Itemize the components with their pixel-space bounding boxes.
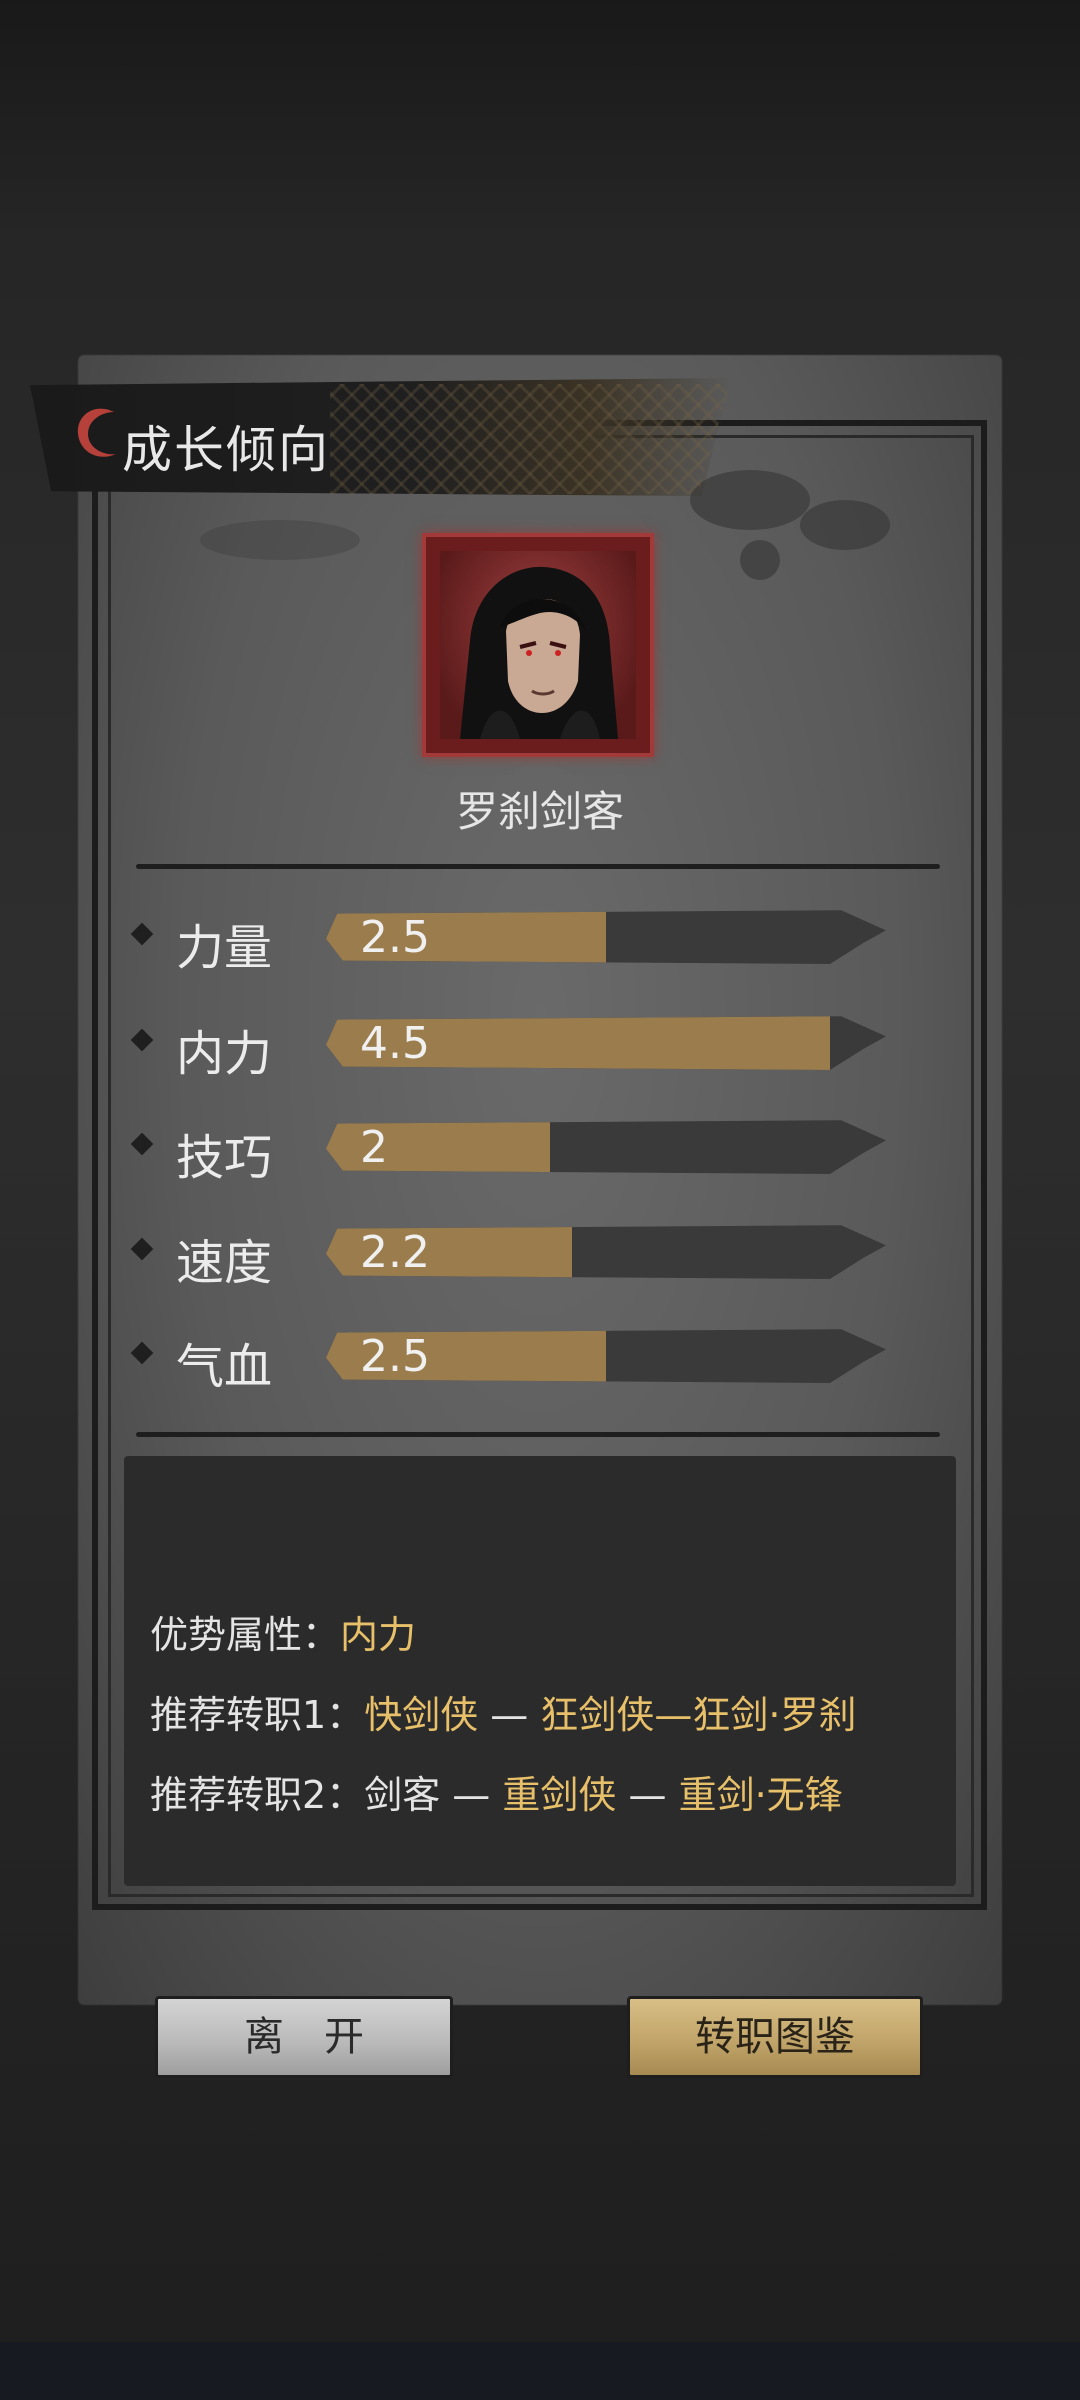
- title-banner-pattern: [330, 384, 730, 494]
- stat-label: 内力: [176, 1026, 273, 1082]
- stat-value: 2.5: [360, 912, 430, 963]
- stat-bar: 2.5: [326, 910, 886, 964]
- stat-label: 技巧: [176, 1130, 273, 1186]
- rec1-separator: —: [478, 1693, 541, 1737]
- rec1-class-a: 快剑侠: [364, 1693, 479, 1737]
- rec2-label: 推荐转职2：: [150, 1773, 365, 1817]
- divider-bottom: [136, 1432, 940, 1437]
- advantage-attribute-line: 优势属性：内力: [150, 1604, 416, 1659]
- rec1-label: 推荐转职1：: [150, 1693, 365, 1737]
- stat-value: 4.5: [360, 1018, 430, 1069]
- system-navigation-bar: [0, 2342, 1080, 2400]
- stat-label: 力量: [176, 920, 273, 976]
- leave-button[interactable]: 离开: [155, 1996, 453, 2078]
- class-guide-button[interactable]: 转职图鉴: [627, 1996, 923, 2078]
- stat-bar: 2.2: [326, 1225, 886, 1279]
- diamond-bullet-icon: [130, 1028, 154, 1052]
- stat-row: 内力 4.5: [130, 1008, 910, 1082]
- character-portrait: [422, 533, 654, 757]
- diamond-bullet-icon: [130, 1341, 154, 1365]
- recommendation-box: [124, 1456, 956, 1886]
- recommended-class-2-line: 推荐转职2：剑客 — 重剑侠 — 重剑·无锋: [150, 1764, 843, 1819]
- stat-value: 2.5: [360, 1331, 430, 1382]
- stat-bar: 2.5: [326, 1329, 886, 1383]
- advantage-value: 内力: [340, 1613, 417, 1657]
- stat-label: 速度: [176, 1235, 273, 1291]
- diamond-bullet-icon: [130, 1132, 154, 1156]
- stat-label: 气血: [176, 1339, 273, 1395]
- rec2-separator: —: [616, 1773, 679, 1817]
- rec2-class-c: 重剑·无锋: [678, 1773, 843, 1817]
- stat-value: 2.2: [360, 1227, 430, 1278]
- recommended-class-1-line: 推荐转职1：快剑侠 — 狂剑侠—狂剑·罗刹: [150, 1684, 856, 1739]
- stat-value: 2: [360, 1122, 388, 1173]
- stat-row: 速度 2.2: [130, 1217, 910, 1291]
- rec1-class-b: 狂剑侠—狂剑·罗刹: [540, 1693, 857, 1737]
- character-portrait-image: [460, 566, 618, 739]
- stat-row: 气血 2.5: [130, 1321, 910, 1395]
- character-name: 罗刹剑客: [455, 787, 624, 836]
- stat-bar: 2: [326, 1120, 886, 1174]
- diamond-bullet-icon: [130, 1237, 154, 1261]
- stat-row: 技巧 2: [130, 1112, 910, 1186]
- rec2-separator: —: [440, 1773, 503, 1817]
- rec2-class-b: 重剑侠: [502, 1773, 617, 1817]
- stat-bar: 4.5: [326, 1016, 886, 1070]
- growth-tendency-screen: 成长倾向 罗刹剑客 力量 2.5 内力 4.5 技巧 2 速度 2.2 气血 2…: [0, 0, 1080, 2400]
- panel-title: 成长倾向: [122, 421, 330, 479]
- diamond-bullet-icon: [130, 922, 154, 946]
- divider-top: [136, 864, 940, 869]
- rec2-class-a: 剑客: [364, 1773, 441, 1817]
- advantage-label: 优势属性：: [150, 1613, 341, 1657]
- swirl-icon: [77, 408, 116, 457]
- stat-row: 力量 2.5: [130, 902, 910, 976]
